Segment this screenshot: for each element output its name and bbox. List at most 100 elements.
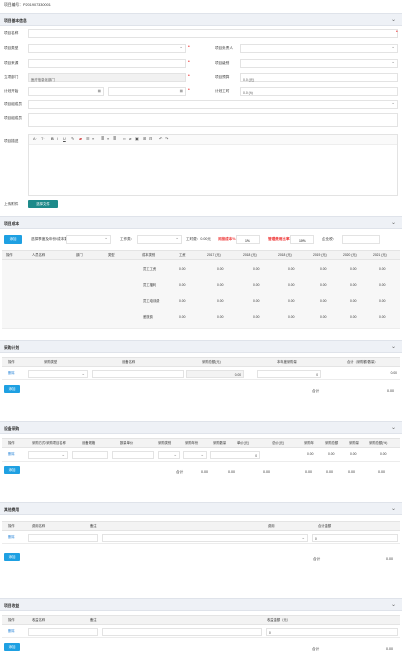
chevron-down-icon: ⌄ [301,534,305,540]
project-name-input[interactable] [28,29,398,38]
col-header: 备注 [90,524,97,528]
project-type-select[interactable]: ⌄ [28,44,186,53]
col-header: 2017 (元) [207,253,221,257]
work-type-select[interactable]: ⌄ [137,235,182,244]
plan-hours-input[interactable]: 0.0 (h) [240,87,398,96]
other-sum-label: 合计 [313,557,321,561]
chevron-down-icon[interactable]: ⌄ [391,506,396,512]
col-header: 费用名称 [32,524,46,528]
equipment-add-button[interactable]: 添加 [4,466,20,474]
responsible-select[interactable]: ⌄ [240,44,398,53]
equipment-name-input[interactable] [92,370,184,378]
project-level-select[interactable]: ⌄ [240,59,398,68]
col-header: 收益金额（元） [267,618,291,622]
cost-value: 0.00 [320,299,327,303]
description-editor[interactable]: A· T· B I U ✎ ▰ ☰ ≡ ≣ ≡ ≣ ∞ ⌀ ▣ ⊞ ⊟ ↶ ↷ [28,134,398,196]
members-a-select[interactable]: ⌄ [28,100,398,109]
section-equipment-header[interactable]: 设备采购 ⌄ [0,421,402,434]
font-size-icon[interactable]: A· [33,137,37,142]
section-equipment-title: 设备采购 [4,427,20,431]
chevron-down-icon[interactable]: ⌄ [391,425,396,431]
equipment-sum: 0.00 [228,470,235,474]
cost-value: 0.00 [179,283,186,287]
budget-input[interactable]: 0.0 (元) [240,73,398,82]
table-icon[interactable]: ⊞ [143,137,146,142]
project-source-input[interactable] [28,59,186,68]
image-icon[interactable]: ▣ [135,137,139,142]
income-name-input[interactable] [28,628,98,636]
section-purchase-title: 采购计划 [4,346,20,350]
align-center-icon[interactable]: ≡ [107,137,109,142]
income-remark-input[interactable] [102,628,262,636]
col-header: 操作 [8,360,15,364]
equipment-sum: 0.00 [326,470,333,474]
equip-category-select[interactable]: ⌄ [158,451,180,459]
eraser-icon[interactable]: ▰ [79,137,82,142]
section-purchase-header[interactable]: 采购计划 ⌄ [0,340,402,353]
cost-value: 0.00 [253,267,260,271]
section-cost-header[interactable]: 项目成本 ⌄ [0,216,402,229]
col-header: 2021 (元) [373,253,387,257]
redo-icon[interactable]: ↷ [165,137,168,142]
required-mark: • [188,87,190,93]
other-amount-input[interactable]: 0 [312,534,398,542]
cost-value: 0.00 [350,283,357,287]
list-ol-icon[interactable]: ≡ [92,137,94,142]
equip-qty-input[interactable]: 0 [210,451,260,459]
section-income-header[interactable]: 项目收益 ⌄ [0,598,402,611]
align-right-icon[interactable]: ≣ [113,137,116,142]
font-color-icon[interactable]: T· [41,137,45,142]
income-amount-input[interactable]: 0 [266,628,398,636]
section-basic-header[interactable]: 项目基本信息 ⌄ [0,13,402,26]
chevron-down-icon[interactable]: ⌄ [391,602,396,608]
equip-year-select[interactable]: ⌄ [183,451,207,459]
purchase-row-total: 0.00 [390,371,397,375]
plan-start-date[interactable]: ▦ [28,87,104,96]
chevron-down-icon[interactable]: ⌄ [391,220,396,226]
overhead-label: 间接成本% [218,237,236,241]
chevron-down-icon[interactable]: ⌄ [391,344,396,350]
income-add-button[interactable]: 添加 [4,643,20,651]
other-add-button[interactable]: 添加 [4,553,20,561]
upload-button[interactable]: 选择文件 [28,200,58,208]
delete-link[interactable]: 删除 [8,629,15,633]
delete-link[interactable]: 删除 [8,452,15,456]
unlink-icon[interactable]: ⌀ [129,137,131,142]
italic-icon[interactable]: I [57,137,58,142]
underline-icon[interactable]: U [63,137,66,142]
highlight-icon[interactable]: ✎ [71,137,74,142]
delete-link[interactable]: 删除 [8,535,15,539]
cost-table-header: 操作 人员名称 部门 类型 成本类别 工资 2017 (元) 2018 (元) … [2,250,400,260]
quarter-select[interactable]: ⌄ [66,235,111,244]
equip-spec-input[interactable] [72,451,108,459]
col-header: 操作 [6,253,13,257]
owner-dept-field: 医疗信息化部门 [28,73,186,82]
work-type-label: 工作类： [120,237,135,241]
bold-icon[interactable]: B [51,137,54,142]
chevron-down-icon[interactable]: ⌄ [391,17,396,23]
other-name-input[interactable] [28,534,98,542]
cost-value: 0.00 [379,283,386,287]
other-remark-input[interactable]: ⌄ [102,534,308,542]
members-b-input[interactable] [28,113,398,127]
label-members-a: 项目组成员 [4,102,22,106]
code-icon[interactable]: ⊟ [149,137,152,142]
plan-end-date[interactable]: ▦ [108,87,186,96]
equipment-sum: 0.00 [305,470,312,474]
purchase-type-select[interactable]: ⌄ [28,370,88,378]
purchase-add-button[interactable]: 添加 [4,385,20,393]
mgmt-input[interactable]: 10% [290,235,314,244]
equip-unit-input[interactable] [112,451,154,459]
undo-icon[interactable]: ↶ [159,137,162,142]
section-other-header[interactable]: 其他费用 ⌄ [0,502,402,515]
list-ul-icon[interactable]: ☰ [86,137,89,142]
overhead-input[interactable]: 1% [236,235,260,244]
cost-add-button[interactable]: 添加 [4,235,22,244]
align-left-icon[interactable]: ≣ [101,137,104,142]
equip-method-select[interactable]: ⌄ [28,451,68,459]
tax-input[interactable] [342,235,380,244]
chevron-down-icon: ⌄ [104,235,108,240]
link-icon[interactable]: ∞ [123,137,126,142]
delete-link[interactable]: 删除 [8,371,15,375]
purchase-qty-input[interactable]: 0 [257,370,321,378]
